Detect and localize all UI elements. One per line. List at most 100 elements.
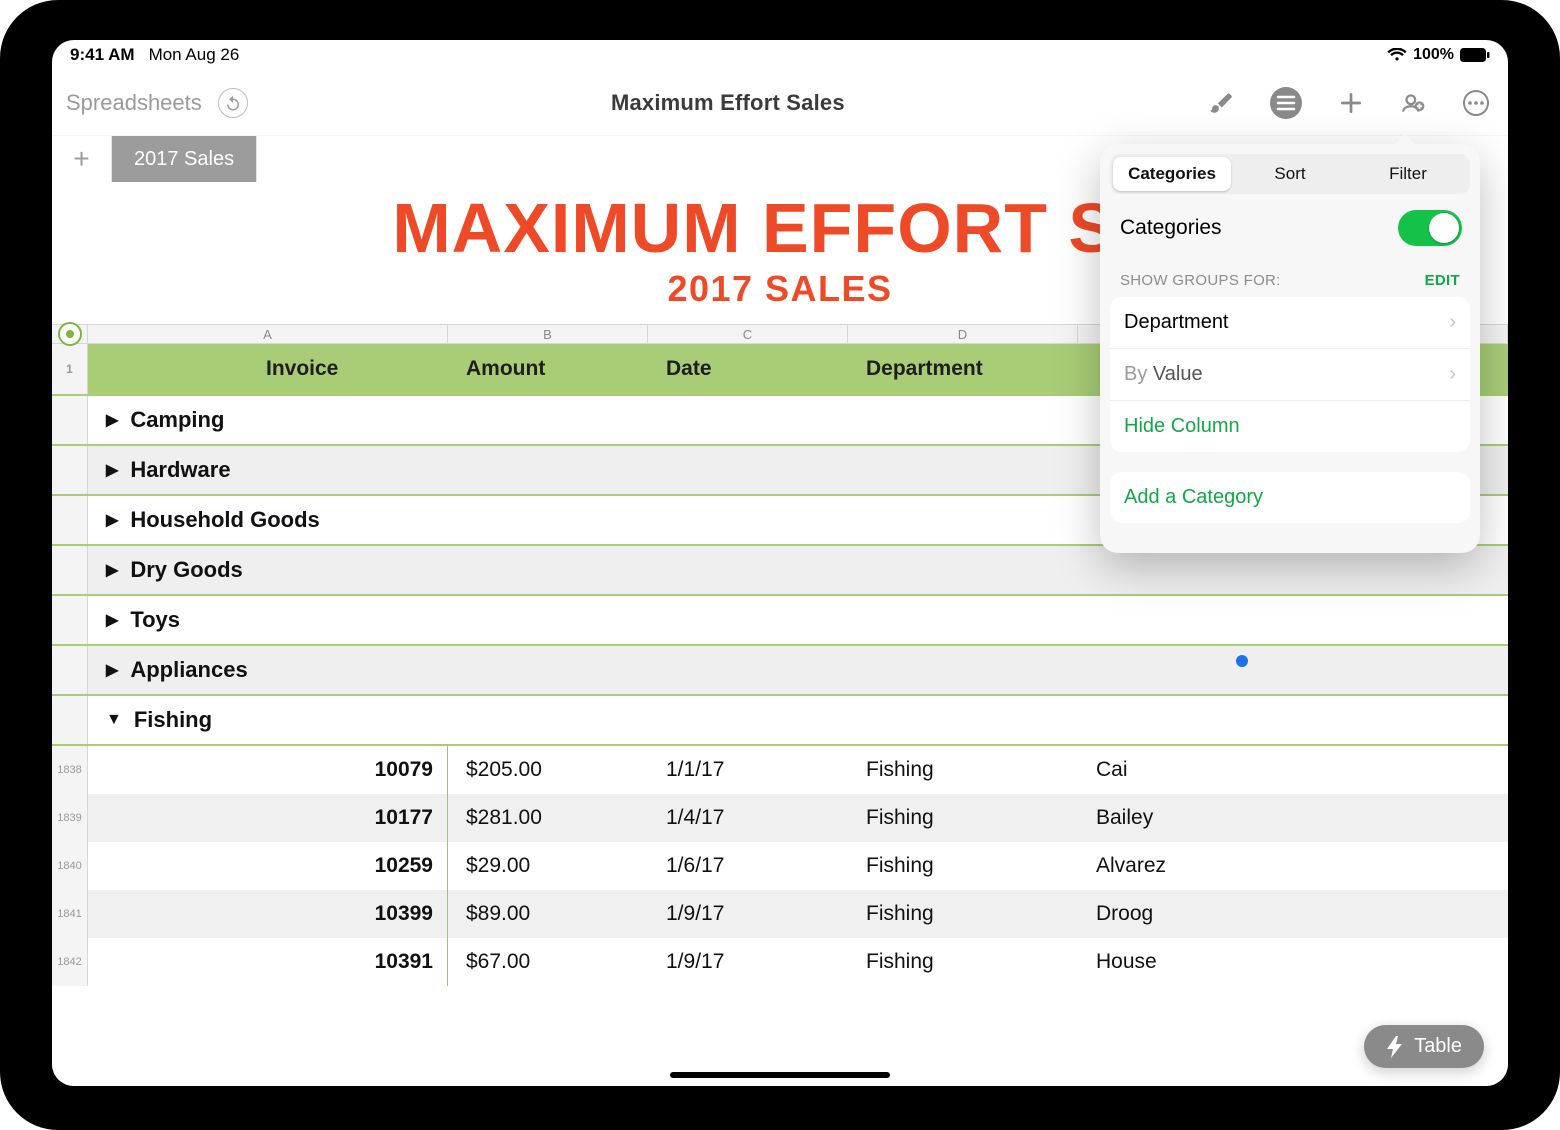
screen: 9:41 AM Mon Aug 26 100% Spreadsheets (52, 40, 1508, 1086)
tab-filter[interactable]: Filter (1349, 157, 1467, 191)
group-by-label: Department (1124, 311, 1229, 334)
cell[interactable]: Cai (1078, 746, 1508, 794)
cell[interactable]: 10391 (288, 938, 448, 986)
disclosure-right-icon: ▶ (106, 660, 118, 680)
col-header[interactable]: Date (648, 344, 848, 394)
group-by-row[interactable]: Department › (1110, 297, 1470, 349)
disclosure-right-icon: ▶ (106, 560, 118, 580)
back-button[interactable]: Spreadsheets (66, 90, 202, 116)
cell[interactable]: $281.00 (448, 794, 648, 842)
row-number[interactable]: 1 (52, 344, 88, 394)
collaborate-button[interactable] (1400, 90, 1426, 116)
cell[interactable]: 1/4/17 (648, 794, 848, 842)
more-button[interactable] (1462, 89, 1490, 117)
group-by-method-row[interactable]: By Value › (1110, 349, 1470, 401)
cell[interactable]: $29.00 (448, 842, 648, 890)
format-button[interactable] (1208, 90, 1234, 116)
table-row[interactable]: 1842 10391 $67.00 1/9/17 Fishing House (52, 938, 1508, 986)
group-label: Household Goods (130, 507, 319, 533)
cell[interactable]: Fishing (848, 890, 1078, 938)
hide-column-label: Hide Column (1124, 415, 1240, 438)
add-sheet-button[interactable]: + (52, 136, 112, 182)
group-label: Appliances (130, 657, 247, 683)
group-row[interactable]: ▶ Toys (52, 594, 1508, 644)
keyboard-shortcut-button[interactable]: Table (1364, 1025, 1484, 1068)
by-value: Value (1153, 363, 1203, 385)
cell[interactable]: $89.00 (448, 890, 648, 938)
status-date: Mon Aug 26 (149, 45, 240, 65)
group-label: Dry Goods (130, 557, 242, 583)
sheet-tab-active[interactable]: 2017 Sales (112, 136, 256, 182)
tab-sort[interactable]: Sort (1231, 157, 1349, 191)
cell[interactable]: Bailey (1078, 794, 1508, 842)
col-letter[interactable]: D (848, 325, 1078, 343)
group-row[interactable]: ▶ Appliances (52, 644, 1508, 694)
edit-button[interactable]: EDIT (1425, 272, 1460, 289)
col-header[interactable]: Amount (448, 344, 648, 394)
cell[interactable]: Alvarez (1078, 842, 1508, 890)
table-row[interactable]: 1839 10177 $281.00 1/4/17 Fishing Bailey (52, 794, 1508, 842)
row-number[interactable]: 1839 (52, 794, 88, 842)
status-bar: 9:41 AM Mon Aug 26 100% (52, 40, 1508, 70)
organize-popover: Categories Sort Filter Categories SHOW G… (1100, 144, 1480, 553)
row-number[interactable]: 1841 (52, 890, 88, 938)
disclosure-down-icon: ▼ (106, 711, 122, 729)
cell[interactable]: Fishing (848, 746, 1078, 794)
disclosure-right-icon: ▶ (106, 610, 118, 630)
insert-button[interactable] (1338, 90, 1364, 116)
cell[interactable]: 1/9/17 (648, 890, 848, 938)
col-letter[interactable]: C (648, 325, 848, 343)
cell[interactable]: 10177 (288, 794, 448, 842)
tab-categories[interactable]: Categories (1113, 157, 1231, 191)
group-label: Toys (130, 607, 180, 633)
hide-column-button[interactable]: Hide Column (1110, 401, 1470, 452)
selection-handle[interactable] (1236, 655, 1248, 667)
cell[interactable]: 10079 (288, 746, 448, 794)
cell[interactable]: Fishing (848, 842, 1078, 890)
cell[interactable]: $205.00 (448, 746, 648, 794)
table-row[interactable]: 1838 10079 $205.00 1/1/17 Fishing Cai (52, 746, 1508, 794)
col-header[interactable]: Department (848, 344, 1078, 394)
cell[interactable]: Fishing (848, 938, 1078, 986)
table-row[interactable]: 1840 10259 $29.00 1/6/17 Fishing Alvarez (52, 842, 1508, 890)
cell[interactable]: 10399 (288, 890, 448, 938)
undo-button[interactable] (218, 88, 248, 118)
table-row[interactable]: 1841 10399 $89.00 1/9/17 Fishing Droog (52, 890, 1508, 938)
cell[interactable]: Fishing (848, 794, 1078, 842)
row-number[interactable]: 1838 (52, 746, 88, 794)
cell[interactable]: $67.00 (448, 938, 648, 986)
cell[interactable]: 1/1/17 (648, 746, 848, 794)
section-header: SHOW GROUPS FOR: (1120, 272, 1281, 289)
cell[interactable]: House (1078, 938, 1508, 986)
chevron-right-icon: › (1449, 363, 1456, 386)
chevron-right-icon: › (1449, 311, 1456, 334)
undo-icon (224, 94, 242, 112)
disclosure-right-icon: ▶ (106, 410, 118, 430)
lightning-icon (1386, 1036, 1404, 1058)
cell[interactable]: 1/6/17 (648, 842, 848, 890)
row-number[interactable]: 1840 (52, 842, 88, 890)
col-letter[interactable]: A (88, 325, 448, 343)
group-row-expanded[interactable]: ▼Fishing (52, 694, 1508, 744)
cell[interactable]: Droog (1078, 890, 1508, 938)
col-letter[interactable]: B (448, 325, 648, 343)
home-indicator[interactable] (670, 1072, 890, 1078)
document-title[interactable]: Maximum Effort Sales (611, 90, 845, 116)
cell[interactable]: 1/9/17 (648, 938, 848, 986)
collaborate-icon (1400, 90, 1426, 116)
float-button-label: Table (1414, 1035, 1462, 1058)
add-category-button[interactable]: Add a Category (1110, 472, 1470, 523)
paintbrush-icon (1208, 90, 1234, 116)
group-label: Hardware (130, 457, 230, 483)
categories-toggle[interactable] (1398, 210, 1462, 246)
battery-icon (1460, 48, 1490, 62)
col-header[interactable]: Invoice (248, 344, 448, 394)
wifi-icon (1387, 48, 1407, 62)
organize-button[interactable] (1270, 87, 1302, 119)
more-icon (1462, 89, 1490, 117)
battery-percent: 100% (1413, 46, 1454, 64)
cell[interactable]: 10259 (288, 842, 448, 890)
by-prefix: By (1124, 363, 1147, 385)
row-number[interactable]: 1842 (52, 938, 88, 986)
table-selector-handle[interactable] (58, 322, 82, 346)
